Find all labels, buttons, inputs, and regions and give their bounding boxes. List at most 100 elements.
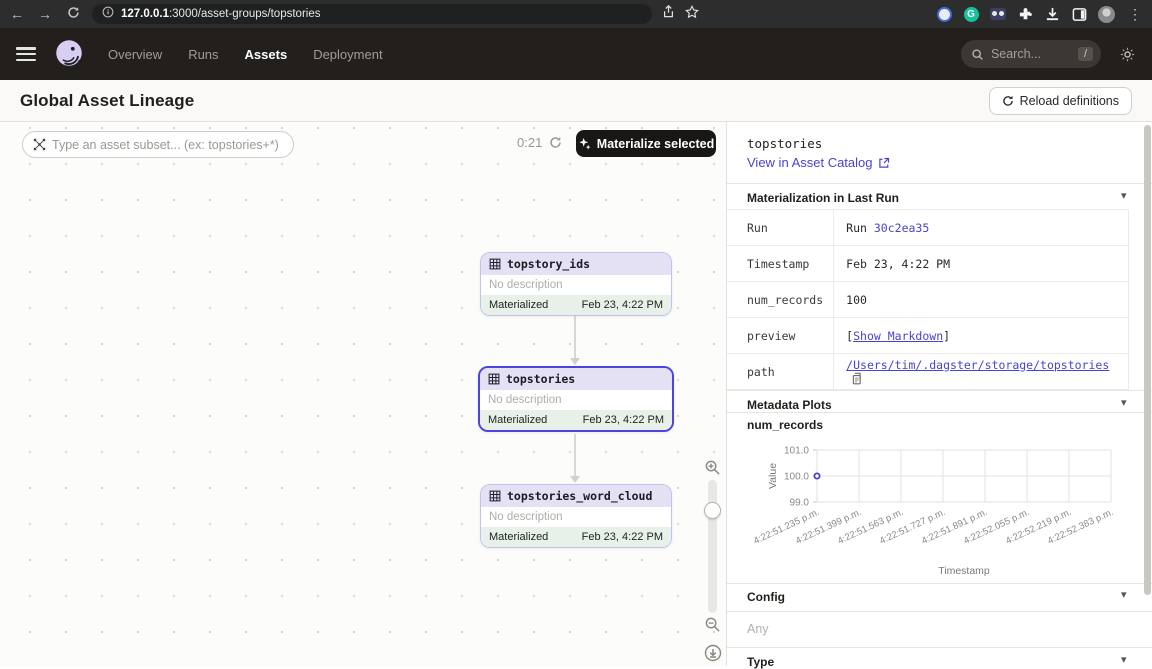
downloads-icon[interactable] [1044, 6, 1060, 22]
edge-topstory-ids-to-topstories [574, 316, 576, 360]
back-icon[interactable]: ← [8, 6, 26, 22]
svg-text:101.0: 101.0 [784, 446, 809, 457]
asset-filter-box[interactable] [22, 131, 294, 158]
show-markdown-link[interactable]: Show Markdown [853, 329, 943, 343]
zoom-in-icon[interactable] [704, 459, 721, 481]
materialization-table: Run Run 30c2ea35 Timestamp Feb 23, 4:22 … [727, 209, 1129, 390]
asset-detail-panel: topstories View in Asset Catalog Materia… [726, 122, 1152, 666]
divider [727, 390, 1152, 391]
svg-text:Value: Value [767, 463, 779, 489]
divider [727, 183, 1152, 184]
browser-profile-avatar[interactable] [1098, 6, 1115, 23]
divider [727, 611, 1152, 612]
collapse-caret-icon[interactable]: ▾ [1121, 189, 1127, 202]
asset-description: No description [480, 390, 672, 410]
nav-tabs: Overview Runs Assets Deployment [108, 47, 383, 62]
table-row: preview [Show Markdown] [727, 318, 1129, 354]
materialize-sparkle-icon [578, 137, 591, 150]
row-value: /Users/tim/.dagster/storage/topstories [834, 354, 1129, 390]
plot-metric-name: num_records [747, 418, 823, 432]
materialize-selected-button[interactable]: Materialize selected [576, 130, 716, 157]
nav-item-overview[interactable]: Overview [108, 47, 162, 62]
timer-value: 0:21 [517, 135, 542, 150]
browser-toolbar: ← → 127.0.0.1:3000/asset-groups/topstori… [0, 0, 1152, 28]
row-label: path [727, 354, 834, 390]
edge-arrowhead [570, 358, 580, 365]
zoom-slider-track[interactable] [708, 480, 717, 613]
asset-table-icon [489, 258, 501, 270]
forward-icon[interactable]: → [36, 6, 54, 22]
num-records-chart: 101.0100.099.04:22:51.235 p.m.4:22:51.39… [731, 438, 1145, 580]
hamburger-menu-icon[interactable] [16, 47, 36, 61]
recenter-view-icon[interactable] [704, 644, 722, 667]
row-label: Run [727, 210, 834, 246]
asset-status: Materialized [489, 299, 548, 311]
run-id-link[interactable]: 30c2ea35 [874, 221, 929, 235]
url-bar[interactable]: 127.0.0.1:3000/asset-groups/topstories [92, 4, 652, 24]
zoom-out-icon[interactable] [704, 616, 721, 638]
refresh-timer: 0:21 [517, 135, 562, 150]
search-input[interactable] [991, 47, 1071, 61]
goggles-extension-icon[interactable] [990, 6, 1006, 22]
nav-item-assets[interactable]: Assets [245, 47, 288, 62]
asset-node-topstories-word-cloud[interactable]: topstories_word_cloud No description Mat… [480, 484, 672, 548]
table-row: Run Run 30c2ea35 [727, 210, 1129, 246]
sidebar-toggle-icon[interactable] [1071, 6, 1087, 22]
bookmark-star-icon[interactable] [685, 5, 699, 24]
site-info-icon[interactable] [102, 5, 114, 23]
asset-filter-input[interactable] [52, 138, 283, 152]
row-label: preview [727, 318, 834, 354]
row-label: num_records [727, 282, 834, 318]
browser-extensions-area: G ⋮ [936, 6, 1144, 23]
app-navbar: Overview Runs Assets Deployment / [0, 28, 1152, 80]
collapse-caret-icon[interactable]: ▾ [1121, 588, 1127, 601]
row-value: Feb 23, 4:22 PM [834, 246, 1129, 282]
url-text: 127.0.0.1:3000/asset-groups/topstories [121, 8, 320, 20]
op-selector-icon [33, 138, 46, 151]
divider [727, 647, 1152, 648]
grammarly-icon[interactable]: G [963, 6, 979, 22]
section-metadata-plots: Metadata Plots [747, 398, 832, 412]
zoom-slider-handle[interactable] [704, 502, 721, 519]
section-type: Type [747, 655, 774, 669]
asset-description: No description [481, 275, 671, 295]
search-icon [971, 48, 984, 61]
settings-gear-icon[interactable] [1119, 46, 1136, 63]
global-search[interactable]: / [961, 40, 1101, 68]
share-icon[interactable] [662, 5, 675, 24]
view-in-asset-catalog-link[interactable]: View in Asset Catalog [747, 155, 890, 170]
copy-icon[interactable] [850, 372, 862, 385]
nav-item-runs[interactable]: Runs [188, 47, 218, 62]
puzzle-extensions-icon[interactable] [1017, 6, 1033, 22]
asset-status: Materialized [488, 414, 547, 426]
browser-menu-icon[interactable]: ⋮ [1126, 6, 1144, 23]
asset-node-topstories[interactable]: topstories No description Materialized F… [478, 366, 674, 432]
panel-scrollbar[interactable] [1144, 125, 1151, 595]
asset-status: Materialized [489, 531, 548, 543]
asset-materialized-time: Feb 23, 4:22 PM [582, 531, 663, 543]
page-header: Global Asset Lineage Reload definitions [0, 80, 1152, 122]
config-value: Any [747, 622, 769, 636]
collapse-caret-icon[interactable]: ▾ [1121, 396, 1127, 409]
row-value: [Show Markdown] [834, 318, 1129, 354]
page-title: Global Asset Lineage [20, 91, 194, 111]
table-row: num_records 100 [727, 282, 1129, 318]
divider [727, 583, 1152, 584]
asset-name: topstories_word_cloud [507, 489, 652, 503]
svg-text:99.0: 99.0 [790, 498, 810, 509]
reload-definitions-button[interactable]: Reload definitions [989, 87, 1132, 115]
extension-clock-icon[interactable] [936, 6, 952, 22]
nav-item-deployment[interactable]: Deployment [313, 47, 382, 62]
asset-table-icon [488, 373, 500, 385]
dagster-logo[interactable] [52, 37, 86, 71]
path-link[interactable]: /Users/tim/.dagster/storage/topstories [846, 358, 1109, 372]
edge-topstories-to-word-cloud [574, 434, 576, 478]
asset-graph-canvas[interactable]: 0:21 Materialize selected topstory_ids N… [0, 122, 726, 666]
table-row: Timestamp Feb 23, 4:22 PM [727, 246, 1129, 282]
asset-materialized-time: Feb 23, 4:22 PM [582, 299, 663, 311]
collapse-caret-icon[interactable]: ▾ [1121, 653, 1127, 666]
reload-icon[interactable] [64, 6, 82, 22]
refresh-icon[interactable] [549, 136, 562, 149]
asset-node-topstory-ids[interactable]: topstory_ids No description Materialized… [480, 252, 672, 316]
divider [727, 412, 1152, 413]
